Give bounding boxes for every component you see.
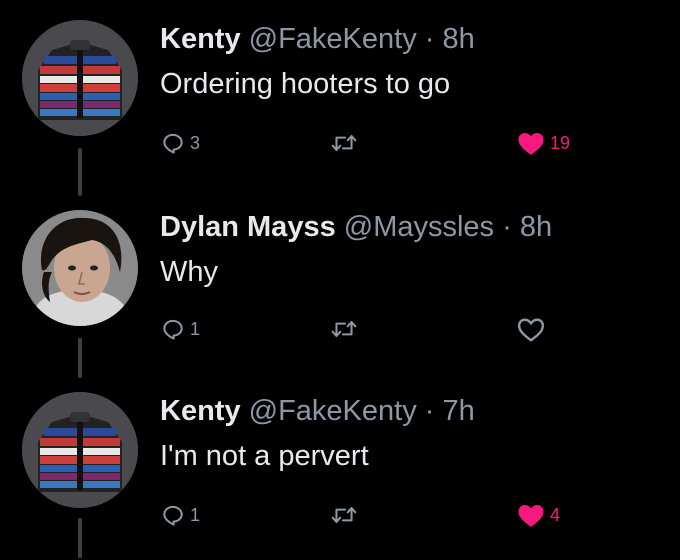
like-button[interactable]: 4	[516, 498, 560, 532]
timestamp[interactable]: 8h	[443, 23, 475, 55]
heart-icon	[518, 505, 544, 527]
tweet-header: Kenty @FakeKenty · 8h	[160, 22, 475, 56]
display-name[interactable]: Kenty	[160, 395, 241, 427]
reply-bubble-icon	[163, 133, 183, 154]
reply-bubble-icon	[163, 319, 183, 340]
like-button[interactable]: 19	[516, 126, 570, 160]
reply-count: 3	[190, 132, 201, 153]
tweet-header: Dylan Mayss @Mayssles · 8h	[160, 210, 552, 244]
reply-button[interactable]: 1	[160, 312, 200, 346]
user-handle[interactable]: @Mayssles	[344, 211, 494, 243]
avatar[interactable]	[22, 392, 138, 508]
tweet[interactable]: Kenty @FakeKenty · 8h Ordering hooters t…	[0, 0, 680, 196]
thread-connector-line	[78, 518, 82, 558]
tweet[interactable]: Kenty @FakeKenty · 7h I'm not a pervert …	[0, 378, 680, 560]
tweet[interactable]: Dylan Mayss @Mayssles · 8h Why 1	[0, 188, 680, 378]
retweet-button[interactable]	[330, 498, 362, 532]
timestamp[interactable]: 7h	[443, 395, 475, 427]
reply-bubble-icon	[163, 505, 183, 526]
retweet-arrows-icon	[331, 134, 357, 152]
like-button[interactable]	[516, 312, 550, 346]
display-name[interactable]: Kenty	[160, 23, 241, 55]
retweet-arrows-icon	[331, 320, 357, 338]
reply-button[interactable]: 1	[160, 498, 200, 532]
separator-dot: ·	[494, 211, 520, 243]
heart-outline-icon	[517, 318, 545, 342]
tweet-header: Kenty @FakeKenty · 7h	[160, 394, 475, 428]
tweet-thread: Kenty @FakeKenty · 8h Ordering hooters t…	[0, 0, 680, 560]
tweet-actions: 1 4	[160, 498, 600, 532]
thread-connector-line	[78, 338, 82, 378]
retweet-button[interactable]	[330, 126, 362, 160]
tweet-actions: 1	[160, 312, 600, 346]
retweet-arrows-icon	[331, 506, 357, 524]
user-handle[interactable]: @FakeKenty	[249, 23, 417, 55]
retweet-button[interactable]	[330, 312, 362, 346]
avatar[interactable]	[22, 210, 138, 326]
striped-jacket-avatar-icon	[22, 20, 138, 136]
tweet-actions: 3 19	[160, 126, 600, 160]
heart-icon	[518, 133, 544, 155]
person-photo-avatar-icon	[22, 210, 138, 326]
tweet-text: Ordering hooters to go	[160, 68, 451, 100]
reply-count: 1	[190, 318, 201, 339]
reply-count: 1	[190, 504, 201, 525]
striped-jacket-avatar-icon	[22, 392, 138, 508]
tweet-text: I'm not a pervert	[160, 440, 369, 472]
avatar[interactable]	[22, 20, 138, 136]
like-count: 4	[550, 504, 561, 525]
separator-dot: ·	[416, 23, 443, 55]
like-count: 19	[550, 132, 571, 153]
tweet-text: Why	[160, 256, 218, 288]
timestamp[interactable]: 8h	[520, 211, 552, 243]
user-handle[interactable]: @FakeKenty	[249, 395, 417, 427]
reply-button[interactable]: 3	[160, 126, 200, 160]
display-name[interactable]: Dylan Mayss	[160, 211, 336, 243]
separator-dot: ·	[416, 395, 443, 427]
